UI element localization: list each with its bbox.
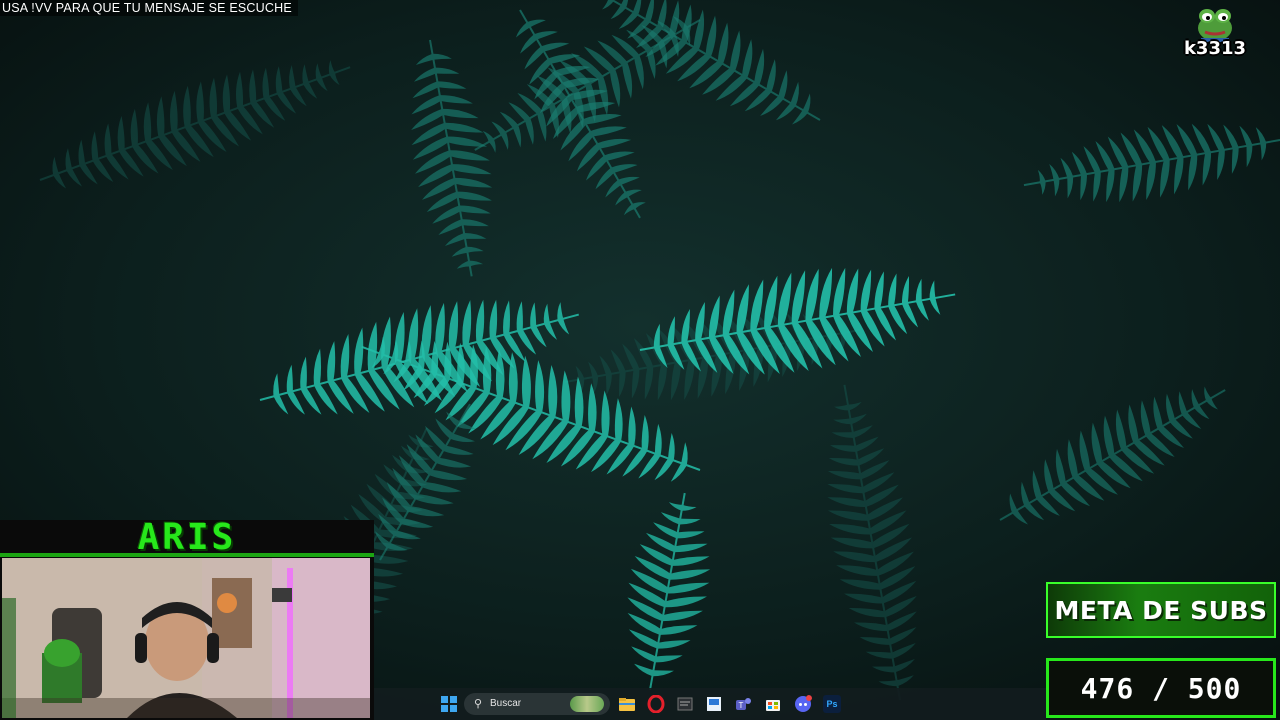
taskbar-search-box[interactable]: ⚲ Buscar <box>464 693 610 715</box>
subs-goal-counter-box: 476 / 500 <box>1046 658 1276 718</box>
microsoft-store-icon[interactable] <box>764 695 782 713</box>
avatar-username: k3313 <box>1183 38 1247 59</box>
streamer-avatar: k3313 <box>1180 2 1250 64</box>
windows-taskbar: ⚲ Buscar T Ps <box>374 688 1046 720</box>
photoshop-icon[interactable]: Ps <box>823 695 841 713</box>
search-highlight-art <box>570 696 604 712</box>
opera-icon[interactable] <box>647 695 665 713</box>
webcam-feed <box>2 558 370 718</box>
streamer-name: ARIS <box>137 517 237 558</box>
subs-goal-title: META DE SUBS <box>1054 595 1268 625</box>
file-explorer-icon[interactable] <box>618 695 636 713</box>
pepe-frog-icon <box>1198 9 1232 42</box>
discord-icon[interactable] <box>794 695 812 713</box>
teams-icon[interactable]: T <box>734 695 752 713</box>
chat-command-ticker: USA !VV PARA QUE TU MENSAJE SE ESCUCHE <box>0 0 298 16</box>
notes-icon[interactable] <box>676 695 694 713</box>
svg-text:T: T <box>739 701 744 710</box>
subs-goal-title-box: META DE SUBS <box>1046 582 1276 638</box>
search-placeholder: Buscar <box>490 698 522 709</box>
windows-start-icon[interactable] <box>440 695 458 713</box>
search-icon: ⚲ <box>474 698 483 710</box>
store-window-icon[interactable] <box>705 695 723 713</box>
webcam-overlay: ARIS <box>0 520 374 720</box>
subs-goal-counter: 476 / 500 <box>1080 671 1242 705</box>
webcam-divider <box>0 553 374 557</box>
